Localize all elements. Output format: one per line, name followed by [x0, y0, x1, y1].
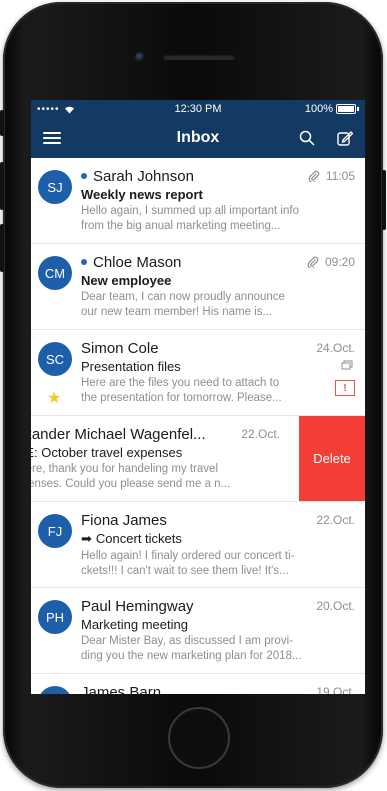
mail-preview-line-1: Dear Mister Bay, as discussed I am provi…: [81, 635, 293, 647]
avatar: CM: [38, 256, 72, 290]
mail-preview-line-2: the presentation for tomorrow. Please...: [81, 392, 282, 404]
power-button: [382, 170, 386, 230]
sender-name: Chloe Mason: [93, 253, 182, 271]
mail-preview-line-1: Dear team, I can now proudly announce: [81, 291, 285, 303]
volume-down-button: [0, 224, 4, 272]
mail-subject: Weekly news report: [81, 187, 203, 202]
mute-switch: [0, 110, 4, 136]
mail-subject: Marketing meeting: [81, 617, 188, 632]
compose-icon[interactable]: [337, 130, 353, 146]
battery-icon: [336, 104, 356, 114]
sender-name: Paul Hemingway: [81, 597, 194, 615]
signal-strength: •••••: [37, 103, 60, 115]
mail-preview-line-2: ding you the new marketing plan for 2018…: [81, 650, 302, 662]
mail-item-james-barn[interactable]: James Barn 19.Oct.: [31, 674, 365, 694]
sender-name: exander Michael Wagenfel...: [31, 425, 206, 443]
battery-tip: [357, 107, 359, 111]
mail-time: 24.Oct.: [316, 341, 355, 355]
mail-preview-line-2: from the big anual marketing meeting...: [81, 220, 281, 232]
battery-percent: 100%: [304, 103, 333, 115]
mail-preview-line-1: Hello again! I finaly ordered our concer…: [81, 550, 295, 562]
sender-name: Simon Cole: [81, 339, 159, 357]
paperclip-icon: [307, 256, 319, 268]
sender-name: James Barn: [81, 683, 162, 695]
mail-time: 09:20: [324, 255, 355, 269]
wifi-icon: [64, 106, 74, 113]
mail-preview-line-2: our new team member! His name is...: [81, 306, 273, 318]
mail-time: 11:05: [325, 169, 355, 183]
avatar: FJ: [38, 514, 72, 548]
mail-time: 22.Oct.: [316, 513, 355, 527]
paperclip-icon: [308, 170, 320, 182]
earpiece-speaker: [163, 54, 235, 60]
mail-item-fiona-james[interactable]: FJ Fiona James 22.Oct. ➡ Concert tickets …: [31, 502, 365, 588]
mail-subject: RE: October travel expenses: [31, 445, 183, 460]
navigation-bar: Inbox: [31, 118, 365, 158]
search-icon[interactable]: [299, 130, 315, 146]
sender-name: Sarah Johnson: [93, 167, 194, 185]
screen: ••••• 12:30 PM 100% Inbox SJ Sarah Johns…: [31, 100, 365, 694]
mail-time: 22.Oct.: [241, 427, 280, 441]
mail-item-simon-cole[interactable]: SC ★ Simon Cole 24.Oct. Presentation fil…: [31, 330, 365, 416]
star-icon[interactable]: ★: [47, 388, 61, 408]
mail-subject: New employee: [81, 273, 172, 288]
mail-subject: Presentation files: [81, 359, 181, 374]
unread-indicator: [81, 173, 87, 179]
delete-button[interactable]: Delete: [299, 416, 365, 501]
front-camera: [135, 52, 145, 62]
unread-indicator: [81, 259, 87, 265]
flag-icon[interactable]: !: [335, 380, 355, 396]
thread-icon: [341, 360, 353, 370]
forward-icon: ➡: [81, 531, 92, 546]
avatar: SJ: [38, 170, 72, 204]
avatar: [38, 686, 72, 694]
avatar: SC: [38, 342, 72, 376]
sender-name: Fiona James: [81, 511, 167, 529]
mail-item-chloe-mason[interactable]: CM Chloe Mason 09:20 New employee Dear t…: [31, 244, 365, 330]
mail-preview-line-2: xpenses. Could you please send me a n...: [31, 478, 231, 490]
mail-preview-line-1: Hello again, I summed up all important i…: [81, 205, 299, 217]
mail-time: 20.Oct.: [316, 599, 355, 613]
mail-preview-line-1: Here are the files you need to attach to: [81, 377, 280, 389]
status-bar: ••••• 12:30 PM 100%: [31, 100, 365, 118]
mail-preview-line-2: ckets!!! I can't wait to see them live! …: [81, 565, 289, 577]
avatar: PH: [38, 600, 72, 634]
mail-time: 19.Oct.: [316, 685, 355, 694]
mail-item-sarah-johnson[interactable]: SJ Sarah Johnson 11:05 Weekly news repor…: [31, 158, 365, 244]
mail-subject: Concert tickets: [95, 531, 182, 546]
mail-item-paul-hemingway[interactable]: PH Paul Hemingway 20.Oct. Marketing meet…: [31, 588, 365, 674]
mail-preview-line-1: there, thank you for handeling my travel: [31, 463, 219, 475]
volume-up-button: [0, 162, 4, 210]
mail-item-swiped[interactable]: exander Michael Wagenfel... 22.Oct. RE: …: [31, 416, 365, 502]
menu-icon[interactable]: [43, 132, 61, 144]
home-button[interactable]: [168, 707, 230, 769]
